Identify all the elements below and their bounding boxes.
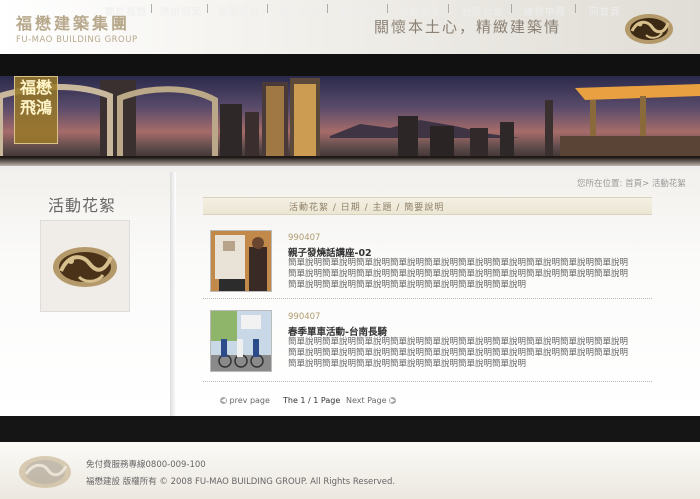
event-title[interactable]: 親子發燒話講座-02 [288,245,372,259]
nav-item-about[interactable]: 關於福懋 [105,4,147,18]
prev-page-label: prev page [229,396,270,405]
event-date: 990407 [288,312,321,322]
city-skyline-image [0,78,700,166]
nav-item-events[interactable]: 活動花絮 [399,4,441,18]
event-title[interactable]: 春季單車活動-台南長騎 [288,324,387,338]
nav-item-news[interactable]: 最新消息 [339,4,381,18]
sidebar-title: 活動花絮 [48,196,117,215]
nav-item-home[interactable]: 回首頁 [589,4,621,18]
banner-badge-text: 福懋 飛鴻 [19,78,52,117]
next-page-label: Next Page [346,396,387,405]
prev-page-link[interactable]: ◀ prev page [220,396,270,405]
event-thumbnail[interactable] [210,310,272,372]
list-divider [203,381,652,382]
event-description: 簡單說明簡單說明簡單說明簡單說明簡單說明簡單說明簡單說明簡單說明簡單說明簡單說明… [288,258,629,290]
next-page-link[interactable]: Next Page ▶ [346,396,397,405]
dragon-logo-icon [53,247,117,287]
nav-separator: | [386,4,390,14]
site-footer [0,442,700,499]
banner-shadow [0,158,700,166]
arrow-right-icon: ▶ [389,397,397,404]
nav-separator: | [447,4,451,14]
hero-banner [0,76,700,166]
nav-item-hot-projects[interactable]: 熱銷個案 [160,4,202,18]
sidebar-divider [170,172,176,416]
main-nav [0,54,700,76]
nav-item-repair[interactable]: 維修申報 [524,4,566,18]
dragon-logo-icon [19,456,71,488]
nav-separator: | [206,4,210,14]
event-date: 990407 [288,233,321,243]
nav-separator: | [510,4,514,14]
nav-item-customer-service[interactable]: 客戶服務 [279,4,321,18]
service-hotline: 免付費服務專線0800-009-100 [86,460,206,470]
page-status: The 1 / 1 Page [283,396,341,405]
brand-name-en: FU-MAO BUILDING GROUP [16,35,138,45]
sidebar-logo-box [40,220,130,312]
nav-item-selected-works[interactable]: 建築精選 [218,4,260,18]
nav-item-community[interactable]: 社區公告 [462,4,504,18]
nav-separator: | [326,4,330,14]
list-header-text: 活動花絮 / 日期 / 主題 / 簡要說明 [289,203,445,213]
nav-separator: | [574,4,578,14]
dragon-logo-icon[interactable] [622,5,676,49]
slogan: 關懷本土心，精緻建築情 [374,18,562,36]
list-divider [203,298,652,299]
nav-separator: | [266,4,270,14]
event-thumbnail[interactable] [210,230,272,292]
copyright: 福懋建設 版權所有 © 2008 FU-MAO BUILDING GROUP. … [86,477,396,487]
arrow-left-icon: ◀ [220,397,227,404]
footer-band [0,416,700,442]
event-description: 簡單說明簡單說明簡單說明簡單說明簡單說明簡單說明簡單說明簡單說明簡單說明簡單說明… [288,337,629,369]
breadcrumb: 您所在位置: 首頁> 活動花絮 [577,179,686,189]
nav-separator: | [150,4,154,14]
